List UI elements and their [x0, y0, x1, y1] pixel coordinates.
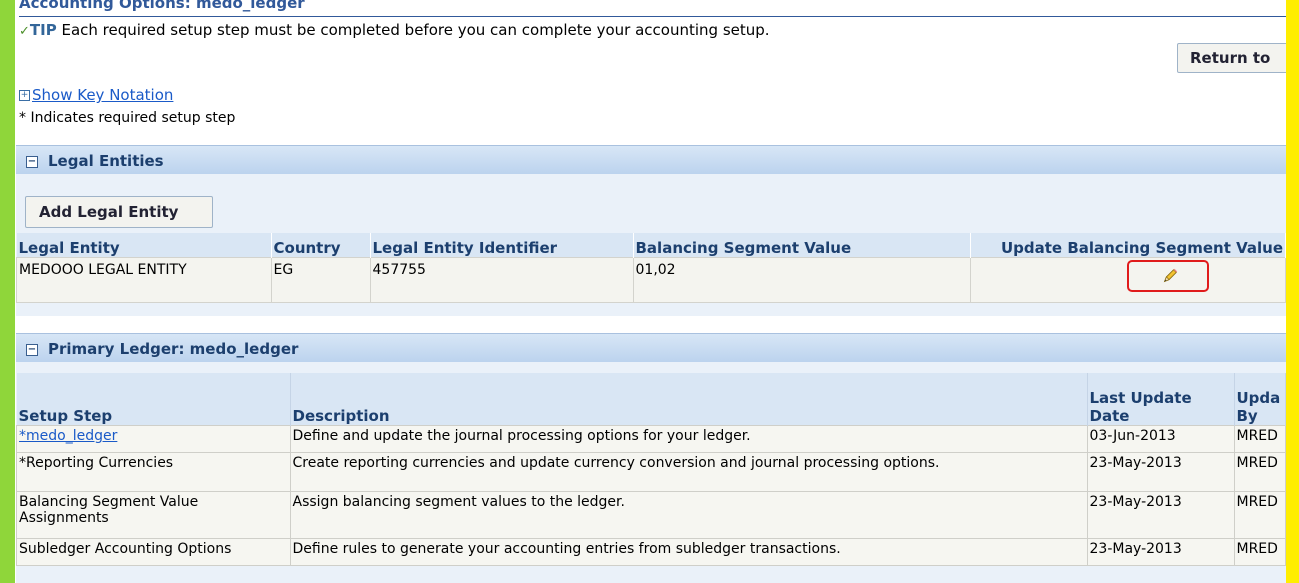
frame-right: [1286, 0, 1299, 583]
column-header: Update Balancing Segment Value: [970, 233, 1286, 258]
tip-message: ✓TIP Each required setup step must be co…: [19, 21, 770, 39]
update-bsv-cell: [969, 257, 1286, 303]
highlight-box: [1126, 260, 1209, 292]
description-cell: Define rules to generate your accounting…: [289, 538, 1088, 566]
setup-step-cell: *medo_ledger: [16, 425, 291, 453]
return-button[interactable]: Return to: [1177, 43, 1286, 73]
legal-entity-cell: MEDOOO LEGAL ENTITY: [16, 257, 272, 303]
pencil-icon[interactable]: [1161, 267, 1179, 285]
add-legal-entity-button[interactable]: Add Legal Entity: [25, 196, 213, 228]
legal-entities-header[interactable]: − Legal Entities: [16, 145, 1286, 174]
setup-step-cell: Subledger Accounting Options: [16, 538, 291, 566]
collapse-icon[interactable]: −: [26, 155, 38, 168]
column-header: Legal Entity Identifier: [370, 233, 634, 258]
bsv-cell: 01,02: [632, 257, 971, 303]
column-header: Description: [290, 373, 1088, 426]
show-key-notation-link[interactable]: Show Key Notation: [32, 86, 173, 104]
table-row: *medo_ledger Define and update the journ…: [16, 425, 1286, 453]
show-key-notation[interactable]: + Show Key Notation: [19, 86, 173, 104]
description-cell: Assign balancing segment values to the l…: [289, 491, 1088, 539]
page-title: Accounting Options: medo_ledger: [19, 0, 305, 12]
date-cell: 03-Jun-2013: [1086, 425, 1235, 453]
setup-steps-table: Setup Step Description Last Update Date …: [16, 373, 1286, 566]
frame-left: [0, 0, 15, 583]
primary-ledger-title: Primary Ledger: medo_ledger: [48, 340, 299, 358]
updated-by-cell: MRED: [1233, 538, 1286, 566]
column-header: Legal Entity: [16, 233, 272, 258]
setup-step-cell: *Reporting Currencies: [16, 452, 291, 492]
column-header: Setup Step: [16, 373, 291, 426]
date-cell: 23-May-2013: [1086, 538, 1235, 566]
required-note: * Indicates required setup step: [19, 110, 236, 126]
expand-icon[interactable]: +: [19, 90, 30, 101]
page-content: Accounting Options: medo_ledger ✓TIP Eac…: [15, 0, 1286, 583]
date-cell: 23-May-2013: [1086, 491, 1235, 539]
tip-text: Each required setup step must be complet…: [56, 21, 770, 39]
description-cell: Create reporting currencies and update c…: [289, 452, 1088, 492]
table-row: Balancing Segment Value Assignments Assi…: [16, 491, 1286, 539]
updated-by-cell: MRED: [1233, 491, 1286, 539]
column-header: Last Update Date: [1087, 373, 1235, 426]
primary-ledger-header[interactable]: − Primary Ledger: medo_ledger: [16, 333, 1286, 362]
check-icon: ✓: [19, 24, 30, 39]
tip-label: TIP: [29, 21, 57, 39]
legal-entities-table: Legal Entity Country Legal Entity Identi…: [16, 233, 1286, 303]
updated-by-cell: MRED: [1233, 452, 1286, 492]
table-header-row: Setup Step Description Last Update Date …: [16, 373, 1286, 426]
column-header: Upda By: [1234, 373, 1286, 426]
table-row: Subledger Accounting Options Define rule…: [16, 538, 1286, 566]
identifier-cell: 457755: [369, 257, 634, 303]
column-header: Balancing Segment Value: [633, 233, 971, 258]
description-cell: Define and update the journal processing…: [289, 425, 1088, 453]
title-rule: [19, 16, 1286, 17]
table-header-row: Legal Entity Country Legal Entity Identi…: [16, 233, 1286, 258]
country-cell: EG: [270, 257, 371, 303]
setup-step-link[interactable]: *medo_ledger: [19, 428, 117, 444]
column-header: Country: [271, 233, 371, 258]
setup-step-cell: Balancing Segment Value Assignments: [16, 491, 291, 539]
date-cell: 23-May-2013: [1086, 452, 1235, 492]
legal-entities-title: Legal Entities: [48, 152, 164, 170]
table-row: MEDOOO LEGAL ENTITY EG 457755 01,02: [16, 257, 1286, 303]
updated-by-cell: MRED: [1233, 425, 1286, 453]
table-row: *Reporting Currencies Create reporting c…: [16, 452, 1286, 492]
collapse-icon[interactable]: −: [26, 343, 38, 356]
